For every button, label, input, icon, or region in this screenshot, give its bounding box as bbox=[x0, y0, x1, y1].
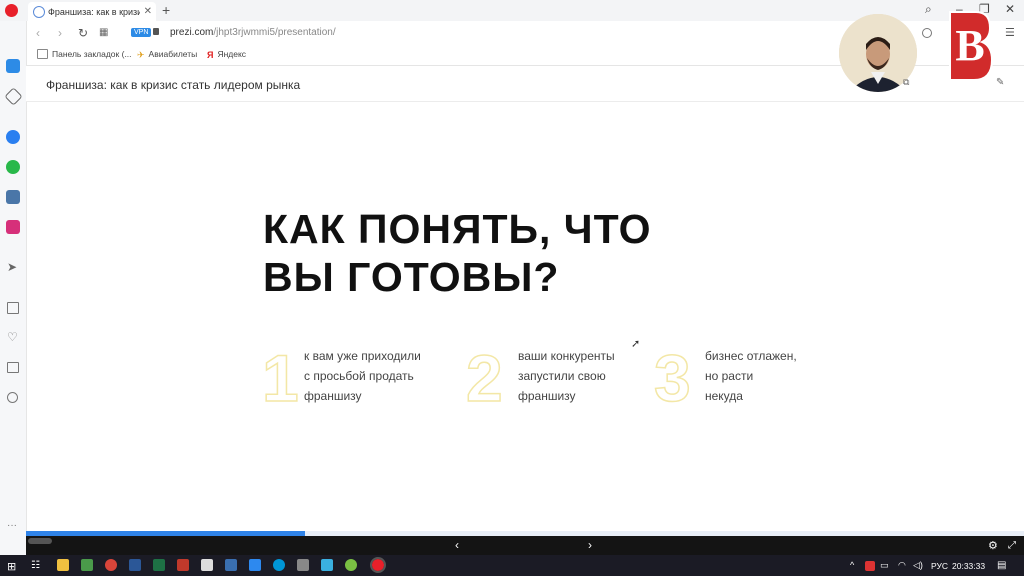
opera-taskbar-icon[interactable] bbox=[370, 557, 386, 573]
window-close-icon[interactable]: ✕ bbox=[1005, 2, 1015, 16]
chrome-icon[interactable] bbox=[105, 559, 117, 571]
presentation-title: Франшиза: как в кризис стать лидером рын… bbox=[46, 78, 301, 92]
point-number: 1 bbox=[261, 341, 299, 415]
news-icon[interactable] bbox=[7, 362, 19, 373]
app-icon[interactable] bbox=[345, 559, 357, 571]
tray-icon[interactable] bbox=[865, 561, 875, 571]
tab-close-icon[interactable]: ✕ bbox=[144, 6, 152, 17]
more-icon[interactable]: ··· bbox=[7, 520, 17, 531]
presentation-controls bbox=[26, 536, 1024, 555]
point-text: ваши конкуренты запустили свою франшизу bbox=[518, 349, 615, 403]
back-icon[interactable]: ‹ bbox=[36, 26, 40, 40]
app-icon[interactable] bbox=[297, 559, 309, 571]
apps-icon[interactable] bbox=[7, 302, 19, 314]
windows-start-icon[interactable]: ⊞ bbox=[7, 560, 16, 573]
history-icon[interactable] bbox=[7, 392, 18, 403]
volume-icon[interactable]: ◁) bbox=[913, 560, 923, 571]
instagram-icon[interactable] bbox=[6, 220, 20, 234]
battery-icon[interactable]: ▭ bbox=[880, 560, 889, 571]
app-icon[interactable] bbox=[81, 559, 93, 571]
task-view-icon[interactable]: ☷ bbox=[31, 560, 40, 571]
url-domain: prezi.com bbox=[170, 27, 214, 38]
explorer-icon[interactable] bbox=[57, 559, 69, 571]
excel-icon[interactable] bbox=[153, 559, 165, 571]
mic-muted-icon[interactable]: ✎ bbox=[996, 77, 1004, 88]
whatsapp-icon[interactable] bbox=[6, 160, 20, 174]
browser-tab[interactable]: Франшиза: как в кризис с ✕ bbox=[28, 2, 156, 21]
home-icon[interactable] bbox=[6, 59, 20, 73]
fullscreen-icon[interactable]: ⤢ bbox=[1008, 540, 1016, 551]
network-icon[interactable]: ◠ bbox=[898, 560, 906, 571]
language-indicator[interactable]: РУС bbox=[931, 561, 948, 571]
popout-icon[interactable]: ⧉ bbox=[903, 77, 909, 88]
headline-line: КАК ПОНЯТЬ, ЧТО bbox=[263, 206, 652, 252]
app-icon[interactable] bbox=[249, 559, 261, 571]
logo-letter: B bbox=[955, 21, 984, 70]
calculator-icon[interactable] bbox=[201, 559, 213, 571]
globe-icon bbox=[33, 5, 45, 18]
mouse-cursor-icon: ➚ bbox=[631, 338, 641, 350]
opera-logo-icon[interactable] bbox=[5, 4, 18, 17]
point-text: бизнес отлажен, но расти некуда bbox=[705, 349, 797, 403]
yandex-icon: Я bbox=[207, 50, 214, 60]
tray-chevron-icon[interactable]: ^ bbox=[850, 560, 854, 570]
app-icon[interactable] bbox=[225, 559, 237, 571]
notifications-icon[interactable]: ▤ bbox=[997, 560, 1006, 571]
headline-line: ВЫ ГОТОВЫ? bbox=[263, 254, 560, 300]
bookmark-item[interactable]: Панель закладок (... bbox=[37, 49, 132, 59]
new-tab-button[interactable]: + bbox=[162, 2, 170, 18]
next-slide-button[interactable]: › bbox=[588, 538, 592, 552]
vk-icon[interactable] bbox=[6, 190, 20, 204]
tab-title: Франшиза: как в кризис с bbox=[48, 6, 140, 17]
plane-icon: ✈ bbox=[137, 50, 145, 60]
progress-handle[interactable] bbox=[28, 538, 52, 544]
messenger-icon[interactable] bbox=[6, 130, 20, 144]
bookmark-item[interactable]: ✈ Авиабилеты bbox=[137, 49, 197, 60]
send-icon[interactable]: ➤ bbox=[7, 260, 17, 274]
channel-logo: B bbox=[946, 8, 994, 84]
word-icon[interactable] bbox=[129, 559, 141, 571]
url-path: /jhpt3rjwmmi5/presentation/ bbox=[213, 27, 336, 38]
point-text: к вам уже приходили с просьбой продать ф… bbox=[304, 349, 421, 403]
settings-sliders-icon[interactable]: ☰ bbox=[1005, 26, 1015, 39]
vpn-badge[interactable]: VPN bbox=[131, 28, 152, 37]
bookmark-item[interactable]: Я Яндекс bbox=[207, 49, 246, 60]
skype-icon[interactable] bbox=[273, 559, 285, 571]
prev-slide-button[interactable]: ‹ bbox=[455, 538, 459, 552]
lock-icon[interactable] bbox=[153, 28, 159, 35]
taskbar-clock[interactable]: 20:33:33 bbox=[952, 561, 985, 571]
forward-icon[interactable]: › bbox=[58, 26, 62, 40]
point-number: 3 bbox=[653, 341, 691, 415]
point-number: 2 bbox=[465, 341, 503, 415]
pdf-icon[interactable] bbox=[177, 559, 189, 571]
folder-icon bbox=[37, 49, 48, 59]
settings-icon[interactable]: ⚙ bbox=[988, 539, 998, 552]
url-field[interactable]: prezi.com/jhpt3rjwmmi5/presentation/ bbox=[170, 27, 336, 38]
heart-icon[interactable]: ♡ bbox=[7, 330, 18, 344]
reload-icon[interactable]: ↻ bbox=[78, 26, 88, 40]
shield-icon[interactable] bbox=[922, 28, 932, 38]
app-icon[interactable] bbox=[321, 559, 333, 571]
slide-headline: КАК ПОНЯТЬ, ЧТО ВЫ ГОТОВЫ? bbox=[263, 205, 652, 301]
grid-icon[interactable]: ▦ bbox=[99, 27, 108, 38]
search-icon[interactable]: ⌕ bbox=[925, 2, 932, 17]
